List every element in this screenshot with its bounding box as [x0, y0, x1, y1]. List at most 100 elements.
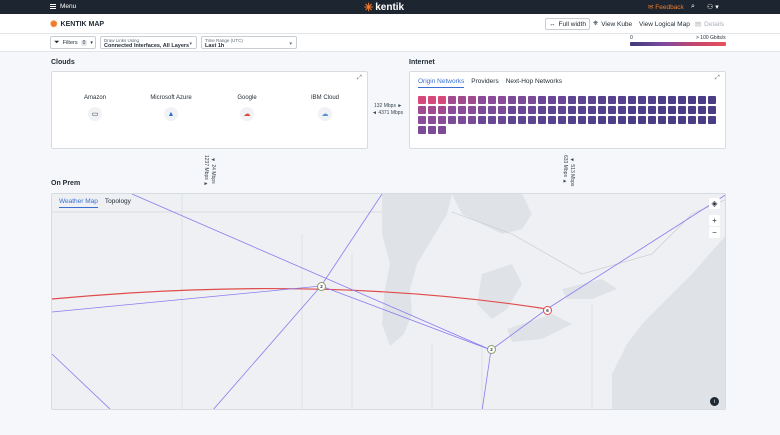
origin-network-cell[interactable]: [478, 106, 486, 114]
origin-network-cell[interactable]: [648, 116, 656, 124]
origin-network-cell[interactable]: [448, 96, 456, 104]
cloud-provider-ibm[interactable]: IBM Cloud ☁: [290, 95, 360, 121]
origin-network-cell[interactable]: [528, 106, 536, 114]
zoom-out-button[interactable]: −: [709, 227, 720, 238]
origin-network-cell[interactable]: [678, 116, 686, 124]
origin-network-cell[interactable]: [438, 116, 446, 124]
origin-network-cell[interactable]: [498, 116, 506, 124]
origin-network-cell[interactable]: [568, 116, 576, 124]
origin-network-cell[interactable]: [658, 116, 666, 124]
origin-network-cell[interactable]: [468, 116, 476, 124]
origin-network-cell[interactable]: [578, 106, 586, 114]
origin-network-cell[interactable]: [418, 116, 426, 124]
node-south[interactable]: 2: [487, 345, 496, 354]
origin-network-cell[interactable]: [558, 96, 566, 104]
origin-network-cell[interactable]: [548, 116, 556, 124]
tab-next-hop-networks[interactable]: Next-Hop Networks: [506, 78, 562, 88]
expand-icon[interactable]: ⤢: [715, 75, 720, 82]
info-icon[interactable]: i: [710, 397, 719, 406]
origin-network-cell[interactable]: [638, 96, 646, 104]
origin-network-cell[interactable]: [538, 116, 546, 124]
search-icon[interactable]: ⌕: [691, 3, 695, 11]
expand-icon[interactable]: ⤢: [357, 75, 362, 82]
origin-network-cell[interactable]: [638, 106, 646, 114]
origin-network-cell[interactable]: [448, 106, 456, 114]
tab-providers[interactable]: Providers: [471, 78, 498, 88]
origin-network-cell[interactable]: [598, 106, 606, 114]
origin-network-cell[interactable]: [438, 106, 446, 114]
origin-network-cell[interactable]: [628, 106, 636, 114]
origin-network-cell[interactable]: [578, 116, 586, 124]
origin-network-cell[interactable]: [488, 116, 496, 124]
origin-network-cell[interactable]: [528, 96, 536, 104]
origin-network-cell[interactable]: [498, 106, 506, 114]
origin-network-cell[interactable]: [608, 96, 616, 104]
origin-network-cell[interactable]: [648, 106, 656, 114]
origin-network-cell[interactable]: [428, 116, 436, 124]
origin-network-cell[interactable]: [498, 96, 506, 104]
origin-network-cell[interactable]: [508, 116, 516, 124]
origin-network-cell[interactable]: [698, 116, 706, 124]
tab-origin-networks[interactable]: Origin Networks: [418, 78, 465, 88]
origin-network-cell[interactable]: [448, 116, 456, 124]
origin-network-cell[interactable]: [558, 116, 566, 124]
origin-network-cell[interactable]: [578, 96, 586, 104]
origin-network-cell[interactable]: [618, 96, 626, 104]
origin-network-cell[interactable]: [688, 96, 696, 104]
origin-network-cell[interactable]: [488, 96, 496, 104]
origin-network-cell[interactable]: [418, 96, 426, 104]
cloud-provider-google[interactable]: Google ☁: [212, 95, 282, 121]
origin-network-cell[interactable]: [528, 116, 536, 124]
origin-network-cell[interactable]: [598, 116, 606, 124]
origin-network-cell[interactable]: [428, 126, 436, 134]
origin-network-cell[interactable]: [688, 106, 696, 114]
origin-network-cell[interactable]: [608, 106, 616, 114]
link-mid-sw[interactable]: [212, 285, 322, 410]
origin-network-cell[interactable]: [488, 106, 496, 114]
origin-network-cell[interactable]: [458, 116, 466, 124]
origin-network-cell[interactable]: [698, 106, 706, 114]
origin-network-cell[interactable]: [588, 96, 596, 104]
origin-network-cell[interactable]: [508, 96, 516, 104]
details-button[interactable]: ▤ Details: [692, 18, 727, 30]
origin-network-cell[interactable]: [458, 106, 466, 114]
origin-network-cell[interactable]: [458, 96, 466, 104]
time-range-select[interactable]: Time Range (UTC) Last 1h ▾: [201, 36, 297, 49]
origin-network-cell[interactable]: [418, 106, 426, 114]
origin-network-cell[interactable]: [668, 96, 676, 104]
origin-network-cell[interactable]: [548, 96, 556, 104]
origin-network-cell[interactable]: [588, 106, 596, 114]
cloud-provider-amazon[interactable]: Amazon ▭: [60, 95, 130, 121]
node-east[interactable]: 6: [543, 306, 552, 315]
origin-network-cell[interactable]: [538, 106, 546, 114]
origin-network-cell[interactable]: [428, 106, 436, 114]
origin-network-cell[interactable]: [708, 106, 716, 114]
origin-network-cell[interactable]: [668, 106, 676, 114]
origin-network-cell[interactable]: [568, 96, 576, 104]
kentik-logo[interactable]: ✳ kentik: [364, 1, 404, 14]
link-sw[interactable]: [52, 353, 112, 410]
origin-network-cell[interactable]: [618, 116, 626, 124]
origin-network-cell[interactable]: [678, 96, 686, 104]
origin-network-cell[interactable]: [428, 96, 436, 104]
origin-network-cell[interactable]: [698, 96, 706, 104]
origin-network-cell[interactable]: [518, 106, 526, 114]
origin-network-cell[interactable]: [518, 96, 526, 104]
origin-network-cell[interactable]: [628, 116, 636, 124]
tab-weather-map[interactable]: Weather Map: [59, 198, 98, 208]
origin-network-cell[interactable]: [628, 96, 636, 104]
menu-button[interactable]: Menu: [50, 3, 76, 10]
origin-network-cell[interactable]: [478, 96, 486, 104]
origin-network-cell[interactable]: [598, 96, 606, 104]
origin-network-cell[interactable]: [418, 126, 426, 134]
node-midwest[interactable]: 2: [317, 282, 326, 291]
origin-network-cell[interactable]: [678, 106, 686, 114]
filters-button[interactable]: ⏷ Filters 0 ▾: [50, 36, 96, 49]
origin-network-cell[interactable]: [548, 106, 556, 114]
origin-network-cell[interactable]: [478, 116, 486, 124]
origin-network-cell[interactable]: [618, 106, 626, 114]
origin-network-cell[interactable]: [558, 106, 566, 114]
view-kube-button[interactable]: ⎈ View Kube: [590, 18, 635, 30]
view-logical-map-button[interactable]: View Logical Map: [636, 18, 693, 30]
origin-network-cell[interactable]: [668, 116, 676, 124]
